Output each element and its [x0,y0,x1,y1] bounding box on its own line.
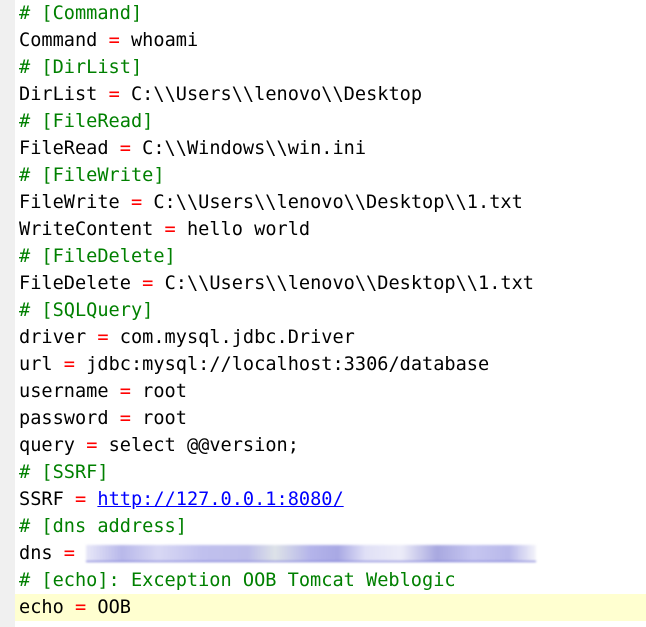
config-key: FileWrite [19,192,120,213]
config-key: DirList [19,84,98,105]
config-key: echo [19,597,64,618]
comment-text: # [Command] [19,3,143,24]
equals-operator: = [108,84,120,105]
config-key: Command [19,30,98,51]
config-line[interactable]: WriteContent = hello world [15,216,646,243]
equals-operator: = [108,30,120,51]
config-line[interactable]: echo = OOB [15,594,646,621]
comment-line[interactable]: # [SSRF] [15,459,646,486]
equals-operator: = [130,192,143,213]
config-line[interactable]: SSRF = http://127.0.0.1:8080/ [15,486,646,513]
config-key: dns [19,543,53,564]
comment-text: # [FileDelete] [19,246,176,267]
config-value: C:\\Users\\lenovo\\Desktop\\1.txt [164,273,534,294]
equals-operator: = [119,381,131,402]
config-line[interactable]: FileDelete = C:\\Users\\lenovo\\Desktop\… [15,270,646,297]
config-value: whoami [130,30,199,51]
equals-operator: = [74,489,87,510]
config-value: root [142,408,187,429]
config-value: com.mysql.jdbc.Driver [119,327,355,348]
editor-gutter [0,0,15,627]
config-key: url [19,354,53,375]
comment-line[interactable]: # [SQLQuery] [15,297,646,324]
config-line[interactable]: DirList = C:\\Users\\lenovo\\Desktop [15,81,646,108]
comment-text: # [FileWrite] [19,165,165,186]
comment-line[interactable]: # [FileRead] [15,108,646,135]
comment-line[interactable]: # [Command] [15,0,646,27]
config-line[interactable]: query = select @@version; [15,432,646,459]
config-key: WriteContent [19,219,154,240]
code-editor[interactable]: # [Command] Command = whoami # [DirList] Di… [15,0,646,621]
config-value: C:\\Users\\lenovo\\Desktop\\1.txt [153,192,523,213]
config-line[interactable]: url = jdbc:mysql://localhost:3306/databa… [15,351,646,378]
comment-text: # [echo]: Exception OOB Tomcat Weblogic [19,570,456,591]
config-value: C:\\Windows\\win.ini [142,138,367,159]
comment-line[interactable]: # [echo]: Exception OOB Tomcat Weblogic [15,567,646,594]
config-key: FileDelete [19,273,131,294]
equals-operator: = [119,138,131,159]
config-key: FileRead [19,138,109,159]
config-value: C:\\Users\\lenovo\\Desktop [130,84,423,105]
config-line[interactable]: driver = com.mysql.jdbc.Driver [15,324,646,351]
config-line[interactable]: FileRead = C:\\Windows\\win.ini [15,135,646,162]
config-key: username [19,381,109,402]
equals-operator: = [119,408,131,429]
comment-text: # [dns address] [19,516,187,537]
config-value: hello world [186,219,311,240]
comment-text: # [DirList] [19,57,143,78]
config-line[interactable]: username = root [15,378,646,405]
comment-line[interactable]: # [DirList] [15,54,646,81]
config-key: password [19,408,109,429]
config-line[interactable]: FileWrite = C:\\Users\\lenovo\\Desktop\\… [15,189,646,216]
equals-operator: = [86,435,98,456]
config-key: query [19,435,75,456]
config-key: SSRF [19,489,64,510]
config-value: root [142,381,187,402]
config-line[interactable]: password = root [15,405,646,432]
config-value: OOB [97,597,131,618]
comment-line[interactable]: # [FileDelete] [15,243,646,270]
comment-line[interactable]: # [FileWrite] [15,162,646,189]
config-line[interactable]: Command = whoami [15,27,646,54]
redacted-dns-value [86,545,537,562]
ssrf-url-link[interactable]: http://127.0.0.1:8080/ [97,489,343,510]
comment-text: # [FileRead] [19,111,154,132]
config-line[interactable]: dns = [15,540,646,567]
comment-text: # [SQLQuery] [19,300,154,321]
equals-operator: = [63,543,75,564]
config-key: driver [19,327,87,348]
config-value: select @@version; [108,435,299,456]
equals-operator: = [74,597,87,618]
equals-operator: = [63,354,75,375]
comment-text: # [SSRF] [19,462,109,483]
equals-operator: = [97,327,109,348]
config-value: jdbc:mysql://localhost:3306/database [86,354,490,375]
equals-operator: = [142,273,154,294]
equals-operator: = [164,219,176,240]
comment-line[interactable]: # [dns address] [15,513,646,540]
